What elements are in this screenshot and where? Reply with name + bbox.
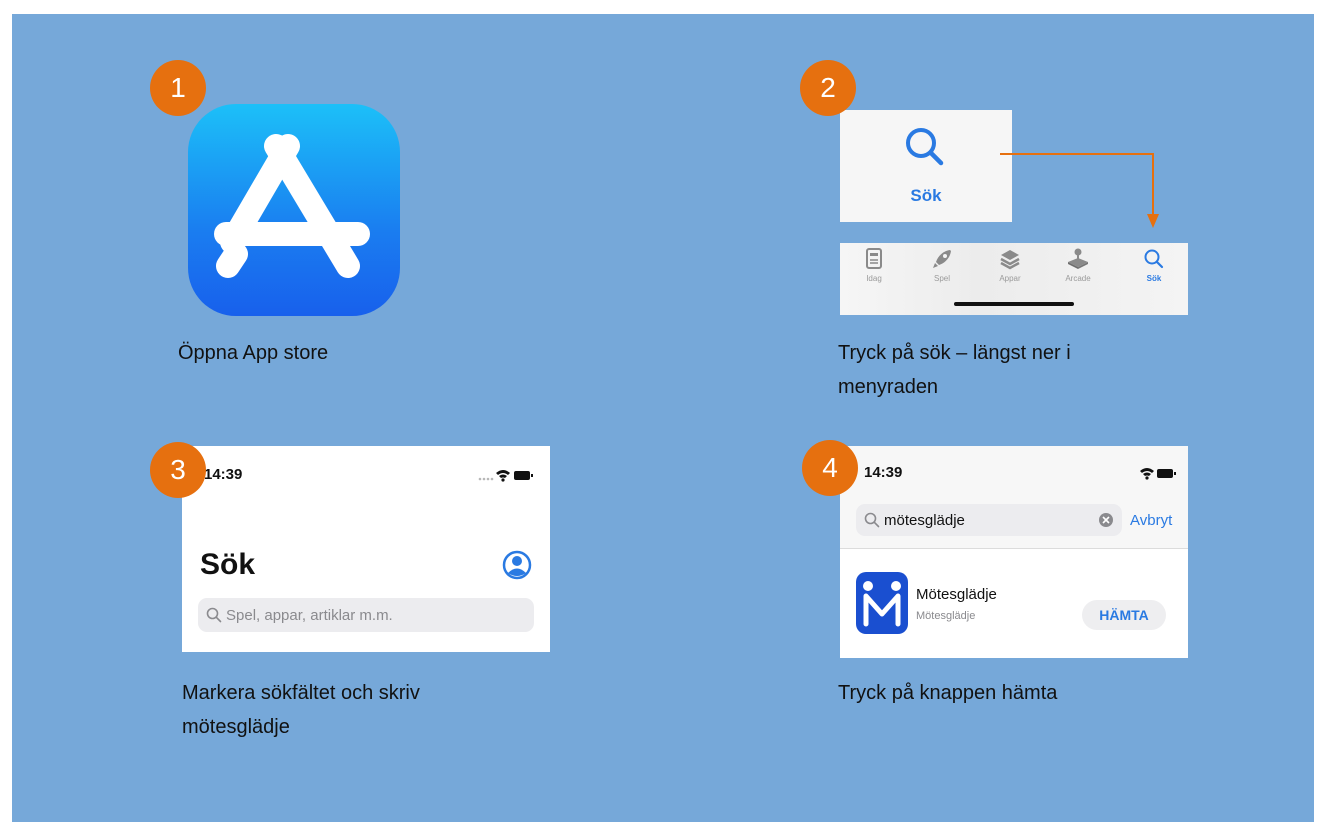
motesgladje-app-icon[interactable] <box>856 572 908 634</box>
app-name: Mötesglädje <box>916 586 997 603</box>
magnifier-icon <box>864 512 880 528</box>
search-value: mötesglädje <box>884 511 965 529</box>
status-icons <box>1140 468 1176 480</box>
search-tab-label: Sök <box>910 186 942 205</box>
step-1-caption: Öppna App store <box>178 342 329 364</box>
step-4-badge: 4 <box>802 440 858 496</box>
tab-arcade[interactable]: Arcade <box>1048 248 1108 283</box>
tab-label: Arcade <box>1065 274 1091 283</box>
status-icons <box>478 470 533 482</box>
caption-line: mötesglädje <box>182 716 290 738</box>
status-time: 14:39 <box>864 464 903 481</box>
search-icon <box>906 128 944 166</box>
step-3-badge: 3 <box>150 442 206 498</box>
step-1-badge: 1 <box>150 60 206 116</box>
search-placeholder: Spel, appar, artiklar m.m. <box>226 606 393 624</box>
caption-line: Tryck på sök – längst ner i <box>838 342 1071 364</box>
today-icon <box>866 248 882 269</box>
tab-today[interactable]: Idag <box>844 248 904 283</box>
clear-icon[interactable] <box>1098 512 1114 528</box>
step-2-caption: Tryck på sök – längst ner i menyraden <box>838 336 1071 404</box>
caption-line: Markera sökfältet och skriv <box>182 682 420 704</box>
tab-games[interactable]: Spel <box>912 248 972 283</box>
step-number: 4 <box>822 452 838 483</box>
tab-label: Spel <box>933 274 950 283</box>
app-store-icon[interactable] <box>188 104 400 316</box>
cancel-button[interactable]: Avbryt <box>1130 512 1172 529</box>
home-indicator <box>954 302 1074 306</box>
tab-search[interactable]: Sök <box>1124 248 1184 283</box>
page-title: Sök <box>200 548 256 581</box>
tab-bar: Idag Spel Appar Arcade Sök <box>840 243 1188 315</box>
step-number: 2 <box>820 72 836 103</box>
joystick-icon <box>1068 248 1088 269</box>
caption-line: menyraden <box>838 376 939 398</box>
step-number: 3 <box>170 454 186 485</box>
tab-label: Appar <box>999 274 1021 283</box>
get-button[interactable]: HÄMTA <box>1082 600 1166 630</box>
search-input[interactable]: Spel, appar, artiklar m.m. <box>198 598 534 632</box>
app-store-glyph <box>214 134 370 278</box>
search-input[interactable]: mötesglädje <box>856 504 1122 536</box>
step-3-caption: Markera sökfältet och skriv mötesglädje <box>182 676 420 744</box>
search-icon <box>1144 249 1164 269</box>
rocket-icon <box>933 250 951 268</box>
app-logo-glyph <box>863 581 901 627</box>
layers-icon <box>1000 250 1020 270</box>
tab-label: Sök <box>1146 274 1162 283</box>
step-number: 1 <box>170 72 186 103</box>
step-4-caption: Tryck på knappen hämta <box>838 682 1058 704</box>
step-2-badge: 2 <box>800 60 856 116</box>
account-avatar-icon[interactable] <box>502 550 532 580</box>
tab-apps[interactable]: Appar <box>980 248 1040 283</box>
pointer-arrow <box>1000 153 1159 228</box>
search-screen: 14:39 Sök Spel, appar, artiklar m.m. <box>182 446 550 652</box>
app-developer: Mötesglädje <box>916 610 976 622</box>
status-time: 14:39 <box>204 466 243 483</box>
search-tab-zoom[interactable]: Sök <box>840 110 1012 222</box>
magnifier-icon <box>206 607 222 623</box>
tab-label: Idag <box>866 274 882 283</box>
